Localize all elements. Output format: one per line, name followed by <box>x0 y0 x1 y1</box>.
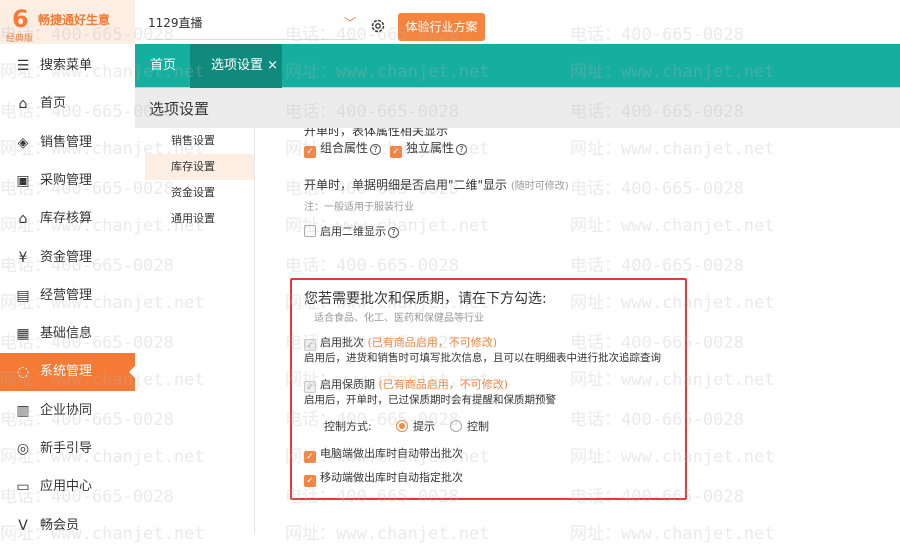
sidebar-item[interactable]: ▦ 基础信息 <box>0 315 135 353</box>
sidebar-item-label: 畅会员 <box>40 517 80 533</box>
indep-attr-checkbox[interactable]: ✓ 独立属性? <box>390 139 468 158</box>
hint: (随时可修改) <box>510 181 569 192</box>
sidebar-item-label: 库存核算 <box>40 211 93 227</box>
label: 启用二维显示 <box>320 225 386 238</box>
sidebar-item[interactable]: ☰ 搜索菜单 <box>0 47 135 85</box>
combo-attr-checkbox[interactable]: ✓ 组合属性? <box>304 139 382 158</box>
guide-icon: ◎ <box>16 441 30 457</box>
sidebar-item[interactable]: ¥ 资金管理 <box>0 239 135 277</box>
subnav-item[interactable]: 库存设置 <box>145 154 254 180</box>
subnav-item[interactable]: 销售设置 <box>145 128 254 154</box>
label: 组合属性 <box>320 141 369 155</box>
company-select[interactable]: 1129直播 <box>148 14 358 40</box>
close-icon[interactable]: × <box>267 58 278 73</box>
report-icon: ▤ <box>16 287 30 304</box>
sidebar-item-label: 应用中心 <box>40 479 93 495</box>
vip-icon: V <box>18 517 28 534</box>
sidebar-item-label: 经营管理 <box>40 287 93 303</box>
logo-name: 畅捷通好生意 <box>38 13 111 27</box>
system-icon: ◌ <box>16 364 30 381</box>
sidebar: ☰ 搜索菜单 ⌂ 首页 ◈ 销售管理 ▣ 采购管理 ⌂ 库存核算 ¥ 资金管理 ▤ 经营管理 ▦ 基础信息 ◌ 系… <box>0 44 135 534</box>
matrix-note: 注：一般适用于服装行业 <box>304 202 414 213</box>
sidebar-item[interactable]: ▣ 采购管理 <box>0 162 135 200</box>
subnav-item[interactable]: 通用设置 <box>145 206 254 232</box>
logo: 6 畅捷通好生意 经典版 <box>0 0 135 44</box>
checkbox-icon: ✓ <box>390 146 402 158</box>
sidebar-item-label: 销售管理 <box>40 134 93 150</box>
sidebar-item[interactable]: V 畅会员 <box>0 507 135 545</box>
sidebar-item-label: 搜索菜单 <box>40 58 93 73</box>
matrix-title: 开单时，单据明细是否启用"二维"显示 (随时可修改) <box>304 176 569 193</box>
sidebar-item-label: 基础信息 <box>40 326 93 342</box>
sidebar-item[interactable]: ▭ 应用中心 <box>0 468 135 506</box>
sales-icon: ◈ <box>17 134 29 151</box>
page-title: 选项设置 <box>135 88 900 128</box>
tab-home[interactable]: 首页 <box>150 44 176 88</box>
gear-icon[interactable] <box>370 18 386 34</box>
label: 独立属性 <box>406 141 455 155</box>
help-icon[interactable]: ? <box>370 144 382 155</box>
home-icon: ⌂ <box>18 96 28 113</box>
sidebar-item-label: 首页 <box>40 96 67 112</box>
info-icon: ▦ <box>16 326 30 343</box>
collab-icon: ▥ <box>16 402 30 419</box>
edition-label: 经典版 <box>6 34 34 44</box>
purchase-icon: ▣ <box>16 172 30 189</box>
sidebar-item[interactable]: ⌂ 首页 <box>0 85 135 123</box>
money-icon: ¥ <box>18 249 28 266</box>
chevron-down-icon[interactable]: ﹀ <box>344 14 356 31</box>
sidebar-item-label: 企业协同 <box>40 402 93 418</box>
sidebar-item[interactable]: ▥ 企业协同 <box>0 392 135 430</box>
app-icon: ▭ <box>16 479 30 496</box>
sidebar-item[interactable]: ◎ 新手引导 <box>0 430 135 468</box>
sidebar-item-label: 新手引导 <box>40 441 93 456</box>
tab-bar: 首页 选项设置 × <box>135 44 900 88</box>
inventory-icon: ⌂ <box>18 211 28 228</box>
sidebar-item-label: 采购管理 <box>40 172 93 188</box>
tab-options[interactable]: 选项设置 × <box>190 44 282 88</box>
help-icon[interactable]: ? <box>388 227 399 238</box>
sidebar-item[interactable]: ▤ 经营管理 <box>0 277 135 315</box>
sub-nav: 销售设置 库存设置 资金设置 通用设置 <box>145 128 255 534</box>
attr-heading: 开单时，表体属性相关显示 <box>304 128 449 138</box>
sidebar-item[interactable]: ⌂ 库存核算 <box>0 200 135 238</box>
matrix-enable-checkbox[interactable]: 启用二维显示? <box>304 223 399 239</box>
search-menu-icon: ☰ <box>16 58 30 74</box>
sidebar-item-label: 系统管理 <box>40 364 93 380</box>
sidebar-item[interactable]: ◌ 系统管理 <box>0 353 135 392</box>
highlight-box <box>290 278 687 500</box>
help-icon[interactable]: ? <box>456 144 468 155</box>
try-industry-plan-button[interactable]: 体验行业方案 <box>398 13 485 41</box>
checkbox-icon: ✓ <box>304 146 316 158</box>
checkbox-icon <box>304 225 316 237</box>
sidebar-item-label: 资金管理 <box>40 249 93 265</box>
logo-mark-icon: 6 <box>12 5 29 33</box>
label: 开单时，单据明细是否启用"二维"显示 <box>304 178 508 192</box>
sidebar-item[interactable]: ◈ 销售管理 <box>0 124 135 162</box>
subnav-item[interactable]: 资金设置 <box>145 180 254 206</box>
tab-label: 选项设置 <box>211 58 264 73</box>
